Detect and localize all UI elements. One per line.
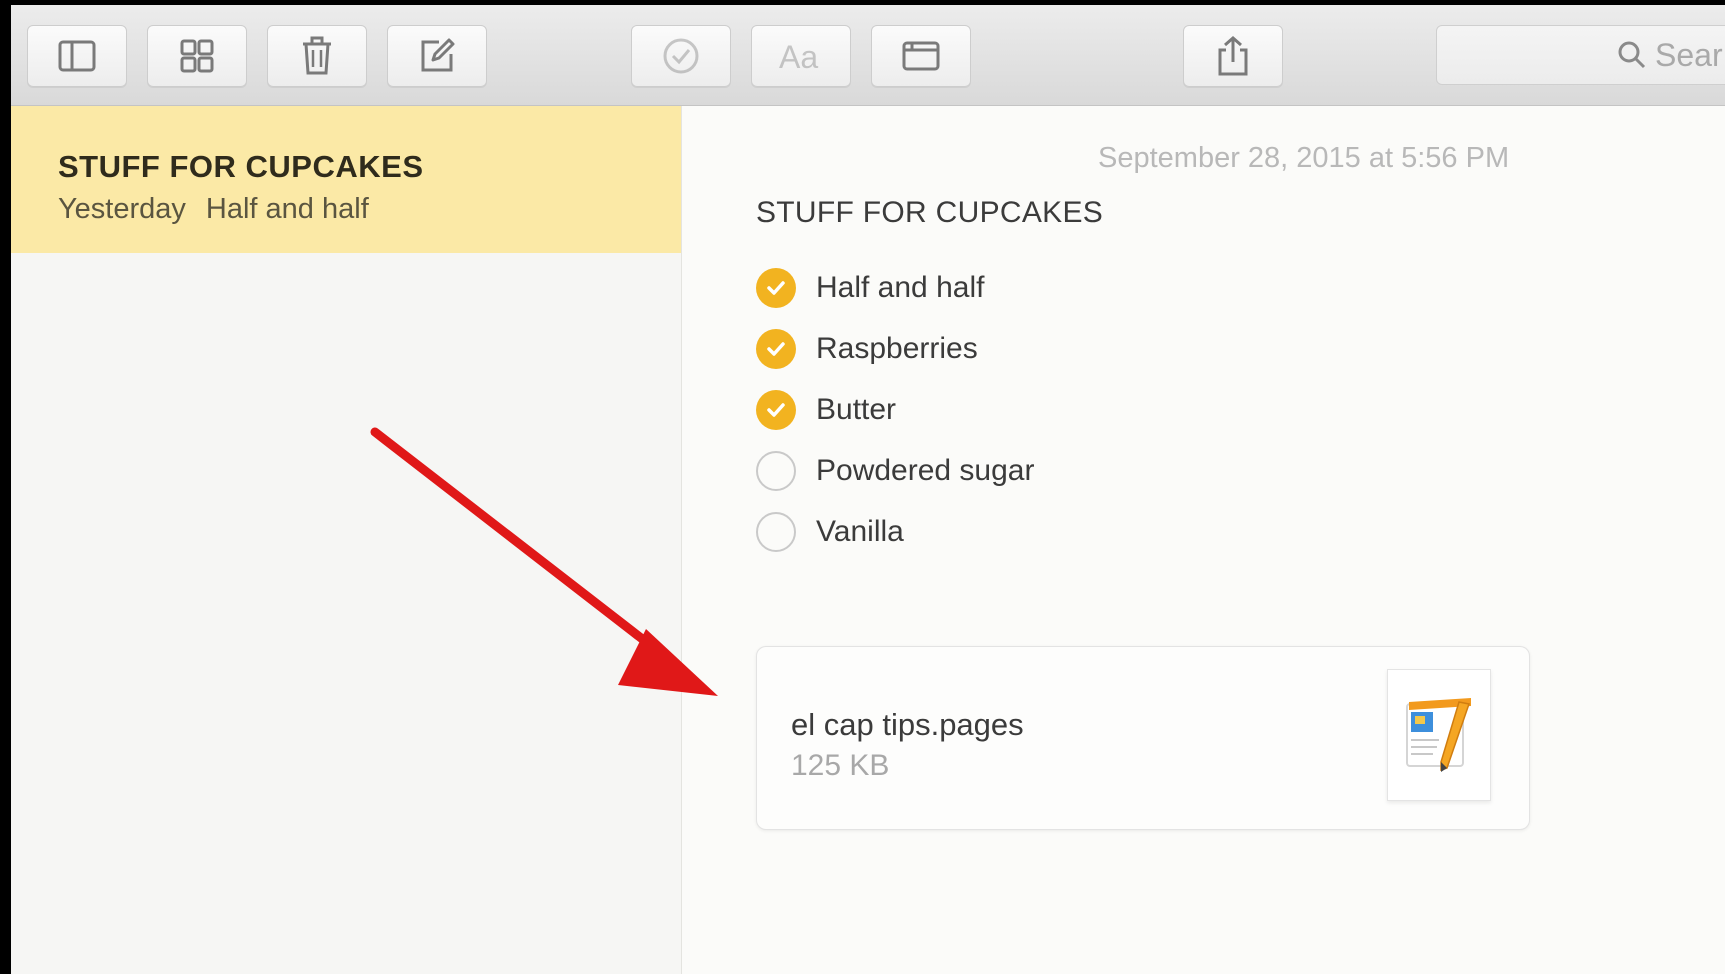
checklist-item-label: Vanilla [816, 515, 904, 548]
checkbox-checked[interactable] [756, 268, 796, 308]
checklist-item-label: Butter [816, 393, 897, 426]
checklist-icon [663, 38, 699, 74]
attachment-filesize: 125 KB [791, 749, 890, 782]
checkbox-unchecked[interactable] [756, 451, 796, 491]
attachment-filename: el cap tips.pages [791, 707, 1024, 742]
checkmark-icon [767, 281, 785, 295]
note-list-item-title: STUFF FOR CUPCAKES [58, 149, 424, 184]
font-format-icon: Aa [779, 39, 818, 74]
file-attachment[interactable]: el cap tips.pages 125 KB [756, 646, 1530, 830]
note-date: September 28, 2015 at 5:56 PM [1098, 142, 1510, 174]
new-note-button[interactable] [387, 25, 487, 87]
checkbox-unchecked[interactable] [756, 512, 796, 552]
note-heading: STUFF FOR CUPCAKES [756, 196, 1104, 229]
note-editor[interactable]: September 28, 2015 at 5:56 PM STUFF FOR … [682, 106, 1725, 974]
attachment-thumbnail [1387, 669, 1491, 801]
format-button[interactable]: Aa [751, 25, 851, 87]
search-icon [1618, 41, 1646, 69]
note-list-item-subtitle: Yesterday Half and half [58, 193, 369, 226]
checklist-item: Powdered sugar [756, 449, 1034, 493]
table-button[interactable] [871, 25, 971, 87]
checkmark-icon [767, 403, 785, 417]
search-field[interactable]: Sear [1436, 25, 1725, 85]
svg-text:Aa: Aa [779, 39, 818, 74]
table-icon [902, 41, 940, 71]
toggle-sidebar-button[interactable] [27, 25, 127, 87]
checklist-item-label: Powdered sugar [816, 454, 1035, 487]
sidebar-toggle-icon [58, 40, 96, 72]
notes-list: STUFF FOR CUPCAKES Yesterday Half and hal… [11, 106, 682, 974]
share-button[interactable] [1183, 25, 1283, 87]
pages-document-icon [1406, 698, 1471, 772]
checklist-item: Half and half [756, 266, 984, 310]
trash-icon [303, 36, 331, 75]
checkbox-checked[interactable] [756, 390, 796, 430]
checklist-item: Vanilla [756, 510, 904, 554]
compose-icon [421, 38, 455, 72]
checklist-item: Raspberries [756, 327, 978, 371]
checklist-item-label: Raspberries [816, 332, 978, 365]
checklist-button[interactable] [631, 25, 731, 87]
search-placeholder: Sear [1655, 36, 1723, 73]
attachments-grid-icon [180, 39, 214, 73]
checklist-item-label: Half and half [816, 271, 985, 304]
toolbar: Aa Sear [11, 5, 1725, 106]
note-list-item-preview: Half and half [205, 193, 369, 225]
checkbox-checked[interactable] [756, 329, 796, 369]
checklist-item: Butter [756, 388, 896, 432]
note-list-item-selected[interactable]: STUFF FOR CUPCAKES Yesterday Half and hal… [11, 106, 681, 253]
note-list-item-date: Yesterday [58, 193, 186, 225]
checkmark-icon [767, 342, 785, 356]
notes-window: Aa Sear STUFF FOR CUPCAKES Yesterday Hal… [11, 5, 1725, 974]
share-icon [1218, 36, 1248, 76]
delete-note-button[interactable] [267, 25, 367, 87]
attachments-view-button[interactable] [147, 25, 247, 87]
